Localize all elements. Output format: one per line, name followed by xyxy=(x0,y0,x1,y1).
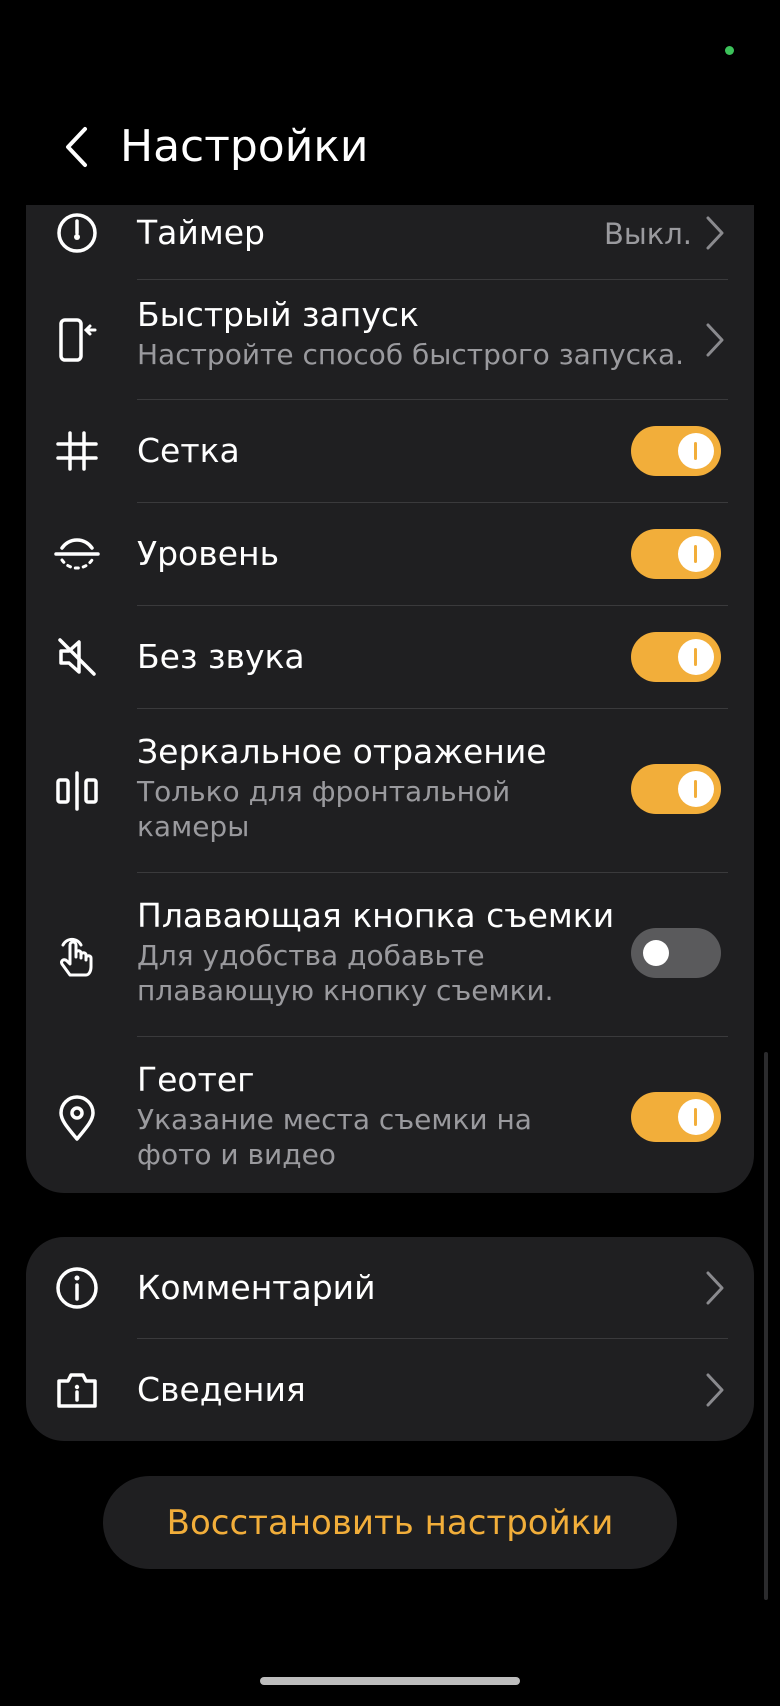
status-indicator-dot xyxy=(725,46,734,55)
setting-row-level: Уровень xyxy=(26,503,754,606)
toggle-knob xyxy=(678,1099,714,1135)
mute-toggle[interactable] xyxy=(631,632,721,682)
info-label: Сведения xyxy=(137,1370,306,1409)
location-pin-icon xyxy=(50,1092,104,1146)
mirror-description: Только для фронтальной камеры xyxy=(137,775,511,843)
about-card: Комментарий Сведения xyxy=(26,1237,754,1441)
mute-label: Без звука xyxy=(137,637,305,676)
page-title: Настройки xyxy=(120,121,369,172)
touch-hand-icon xyxy=(50,928,104,982)
chevron-left-icon xyxy=(66,127,87,167)
toggle-knob xyxy=(678,771,714,807)
setting-row-mute: Без звука xyxy=(26,606,754,709)
timer-value: Выкл. xyxy=(603,217,692,251)
setting-row-grid: Сетка xyxy=(26,400,754,503)
grid-toggle[interactable] xyxy=(631,426,721,476)
chevron-right-icon xyxy=(706,1373,724,1407)
toggle-knob xyxy=(678,639,714,675)
setting-row-quick-launch[interactable]: Быстрый запуск Настройте способ быстрого… xyxy=(26,280,754,400)
timer-label: Таймер xyxy=(137,213,265,252)
mirror-label: Зеркальное отражение xyxy=(137,732,547,771)
toggle-knob xyxy=(638,935,674,971)
chevron-right-icon xyxy=(706,1271,724,1305)
geotag-label: Геотег xyxy=(137,1060,255,1099)
floating-shutter-toggle[interactable] xyxy=(631,928,721,978)
row-feedback[interactable]: Комментарий xyxy=(26,1237,754,1339)
camera-info-icon xyxy=(50,1363,104,1417)
home-indicator[interactable] xyxy=(260,1677,520,1685)
floating-shutter-description: Для удобства добавьте плавающую кнопку с… xyxy=(137,939,554,1007)
toggle-knob xyxy=(678,433,714,469)
scrollbar[interactable] xyxy=(764,1052,768,1600)
timer-icon xyxy=(50,206,104,260)
feedback-label: Комментарий xyxy=(137,1268,376,1307)
level-label: Уровень xyxy=(137,534,280,573)
grid-label: Сетка xyxy=(137,431,240,470)
speaker-muted-icon xyxy=(50,630,104,684)
level-icon xyxy=(50,527,104,581)
geotag-description: Указание места съемки на фото и видео xyxy=(137,1103,532,1171)
info-circle-icon xyxy=(50,1261,104,1315)
toggle-knob xyxy=(678,536,714,572)
level-toggle[interactable] xyxy=(631,529,721,579)
back-button[interactable] xyxy=(56,122,96,172)
camera-settings-card: Таймер Выкл. Быстрый запуск Настройте сп… xyxy=(26,205,754,1193)
setting-row-mirror: Зеркальное отражение Только для фронталь… xyxy=(26,709,754,873)
geotag-toggle[interactable] xyxy=(631,1092,721,1142)
quick-launch-description: Настройте способ быстрого запуска. xyxy=(137,338,684,371)
chevron-right-icon xyxy=(706,323,724,357)
phone-quick-launch-icon xyxy=(50,313,104,367)
mirror-icon xyxy=(50,764,104,818)
reset-settings-button[interactable]: Восстановить настройки xyxy=(103,1476,677,1569)
grid-hash-icon xyxy=(50,424,104,478)
setting-row-geotag: Геотег Указание места съемки на фото и в… xyxy=(26,1037,754,1193)
chevron-right-icon xyxy=(706,216,724,250)
floating-shutter-label: Плавающая кнопка съемки xyxy=(137,896,615,935)
row-info[interactable]: Сведения xyxy=(26,1339,754,1441)
setting-row-timer[interactable]: Таймер Выкл. xyxy=(26,205,754,280)
setting-row-floating-shutter: Плавающая кнопка съемки Для удобства доб… xyxy=(26,873,754,1037)
app-header: Настройки xyxy=(0,100,780,195)
mirror-toggle[interactable] xyxy=(631,764,721,814)
quick-launch-label: Быстрый запуск xyxy=(137,295,419,334)
